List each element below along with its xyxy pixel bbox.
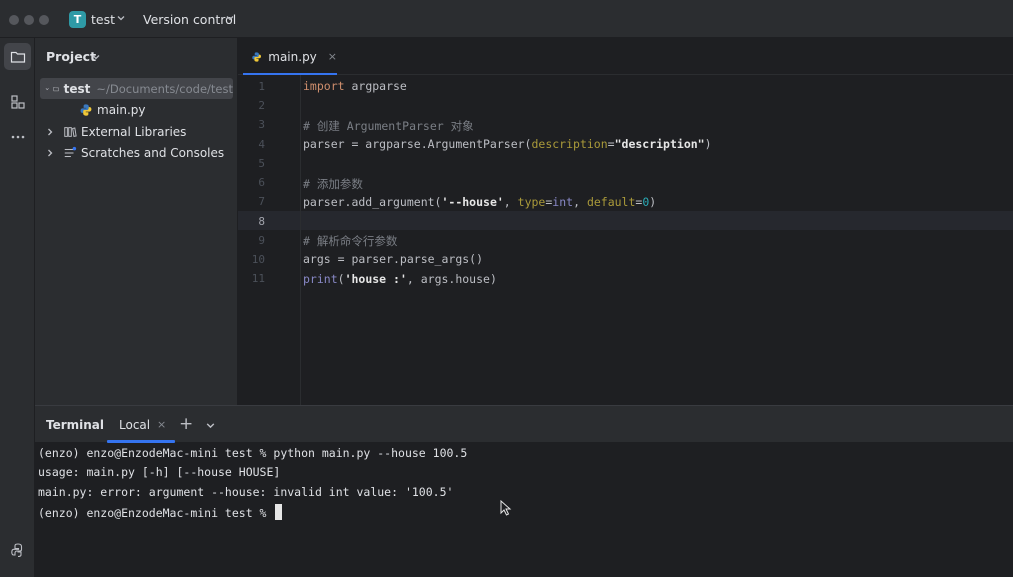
- active-tab-indicator: [107, 440, 175, 443]
- terminal-title: Terminal: [46, 418, 105, 432]
- code-line-1[interactable]: import argparse: [303, 79, 407, 93]
- terminal-cursor: [275, 504, 283, 520]
- tab-main-py[interactable]: main.py ×: [243, 38, 337, 75]
- terminal-prompt: (enzo) enzo@EnzodeMac-mini test %: [38, 506, 274, 520]
- project-panel: Project test ~/Documents/code/test main.…: [35, 38, 238, 405]
- root-folder-name: test: [63, 81, 91, 96]
- builtin-function: print: [303, 272, 338, 286]
- new-terminal-button[interactable]: +: [179, 414, 193, 434]
- title-bar: T test Version control: [0, 0, 1013, 38]
- tool-window-strip: [0, 38, 35, 577]
- code-text: ,: [573, 195, 587, 209]
- python-console-icon: [10, 542, 22, 557]
- mouse-pointer-icon: [500, 500, 512, 516]
- scratches-icon: [64, 146, 77, 157]
- string-literal: 'house :': [344, 272, 407, 286]
- structure-tool-button[interactable]: [4, 88, 31, 115]
- library-icon: [64, 126, 77, 137]
- close-window-button[interactable]: [9, 15, 19, 25]
- code-text: parser.add_argument(: [303, 195, 442, 209]
- code-line-10[interactable]: args = parser.parse_args(): [303, 252, 483, 266]
- tab-close-button[interactable]: ×: [157, 418, 166, 431]
- tree-item-external-libraries[interactable]: External Libraries: [40, 121, 233, 142]
- more-tools-button[interactable]: [4, 123, 31, 150]
- code-text: ): [704, 137, 712, 151]
- structure-icon: [10, 94, 25, 109]
- minimize-window-button[interactable]: [24, 15, 34, 25]
- code-line-6[interactable]: # 添加参数: [303, 176, 363, 192]
- code-text: argparse: [344, 79, 407, 93]
- terminal-output-line: main.py: error: argument --house: invali…: [38, 485, 454, 499]
- chevron-down-icon[interactable]: [45, 84, 49, 94]
- line-number: 4: [258, 138, 265, 151]
- line-number: 1: [258, 80, 265, 93]
- code-text: (: [337, 272, 345, 286]
- terminal-panel: Terminal Local × + (enzo) enzo@EnzodeMac…: [35, 405, 1013, 577]
- code-text: =: [607, 137, 615, 151]
- project-name-dropdown[interactable]: test: [91, 12, 115, 27]
- terminal-prompt-line[interactable]: (enzo) enzo@EnzodeMac-mini test %: [38, 504, 283, 520]
- terminal-header: Terminal Local × +: [35, 406, 1013, 443]
- named-parameter: type: [517, 195, 546, 209]
- line-number: 6: [258, 176, 265, 189]
- terminal-output-line: usage: main.py [-h] [--house HOUSE]: [38, 465, 281, 479]
- chevron-down-icon: [226, 16, 234, 21]
- version-control-dropdown[interactable]: Version control: [143, 12, 236, 27]
- code-line-3[interactable]: # 创建 ArgumentParser 对象: [303, 118, 474, 134]
- tree-item-root[interactable]: test ~/Documents/code/test: [40, 78, 233, 99]
- file-name: main.py: [97, 102, 146, 117]
- code-line-9[interactable]: # 解析命令行参数: [303, 233, 397, 249]
- code-line-4[interactable]: parser = argparse.ArgumentParser(descrip…: [303, 137, 712, 151]
- root-folder-path: ~/Documents/code/test: [96, 81, 233, 96]
- line-number-gutter: 1 2 3 4 5 6 7 8 9 10 11: [238, 75, 301, 405]
- tab-local[interactable]: Local: [119, 418, 150, 432]
- line-number: 7: [258, 195, 265, 208]
- project-badge[interactable]: T: [69, 11, 86, 28]
- named-parameter: description: [531, 137, 608, 151]
- python-console-button[interactable]: [4, 536, 31, 563]
- tab-label: main.py: [268, 49, 317, 64]
- line-number: 2: [258, 99, 265, 112]
- line-number: 10: [251, 253, 265, 266]
- terminal-output-line: (enzo) enzo@EnzodeMac-mini test % python…: [38, 446, 468, 460]
- more-horizontal-icon: [11, 135, 24, 138]
- chevron-down-icon[interactable]: [91, 52, 101, 62]
- code-line-11[interactable]: print('house :', args.house): [303, 272, 497, 286]
- tree-item-main-py[interactable]: main.py: [40, 99, 233, 120]
- python-file-icon: [80, 103, 92, 116]
- code-text: ,: [503, 195, 518, 209]
- tree-item-label: External Libraries: [81, 124, 187, 139]
- string-literal: '--house': [441, 195, 504, 209]
- line-number-current: 8: [258, 215, 265, 228]
- code-text: ): [649, 195, 657, 209]
- line-number: 5: [258, 157, 265, 170]
- project-panel-title[interactable]: Project: [46, 49, 96, 64]
- python-file-icon: [252, 51, 261, 62]
- line-number: 9: [258, 234, 265, 247]
- tab-close-button[interactable]: ×: [328, 50, 337, 63]
- zoom-window-button[interactable]: [39, 15, 49, 25]
- tree-item-label: Scratches and Consoles: [81, 145, 225, 160]
- editor-tab-bar: main.py ×: [238, 38, 1013, 75]
- project-tool-button[interactable]: [4, 43, 31, 70]
- string-literal: "description": [614, 137, 705, 151]
- folder-icon: [53, 86, 60, 91]
- folder-icon: [10, 51, 25, 63]
- chevron-down-icon[interactable]: [205, 420, 216, 431]
- named-parameter: default: [586, 195, 636, 209]
- tree-item-scratches[interactable]: Scratches and Consoles: [40, 142, 233, 163]
- line-number: 11: [251, 272, 265, 285]
- code-text: parser = argparse.ArgumentParser(: [303, 137, 532, 151]
- code-line-7[interactable]: parser.add_argument('--house', type=int,…: [303, 195, 656, 209]
- builtin-type: int: [552, 195, 574, 209]
- keyword: import: [303, 79, 345, 93]
- line-number: 3: [258, 118, 265, 131]
- current-line-highlight: [238, 211, 1013, 230]
- chevron-right-icon[interactable]: [45, 127, 55, 137]
- code-text: , args.house): [406, 272, 497, 286]
- chevron-right-icon[interactable]: [45, 148, 55, 158]
- code-editor: main.py × 1 2 3 4 5 6 7 8 9 10 11 import…: [238, 38, 1013, 405]
- chevron-down-icon: [117, 16, 125, 21]
